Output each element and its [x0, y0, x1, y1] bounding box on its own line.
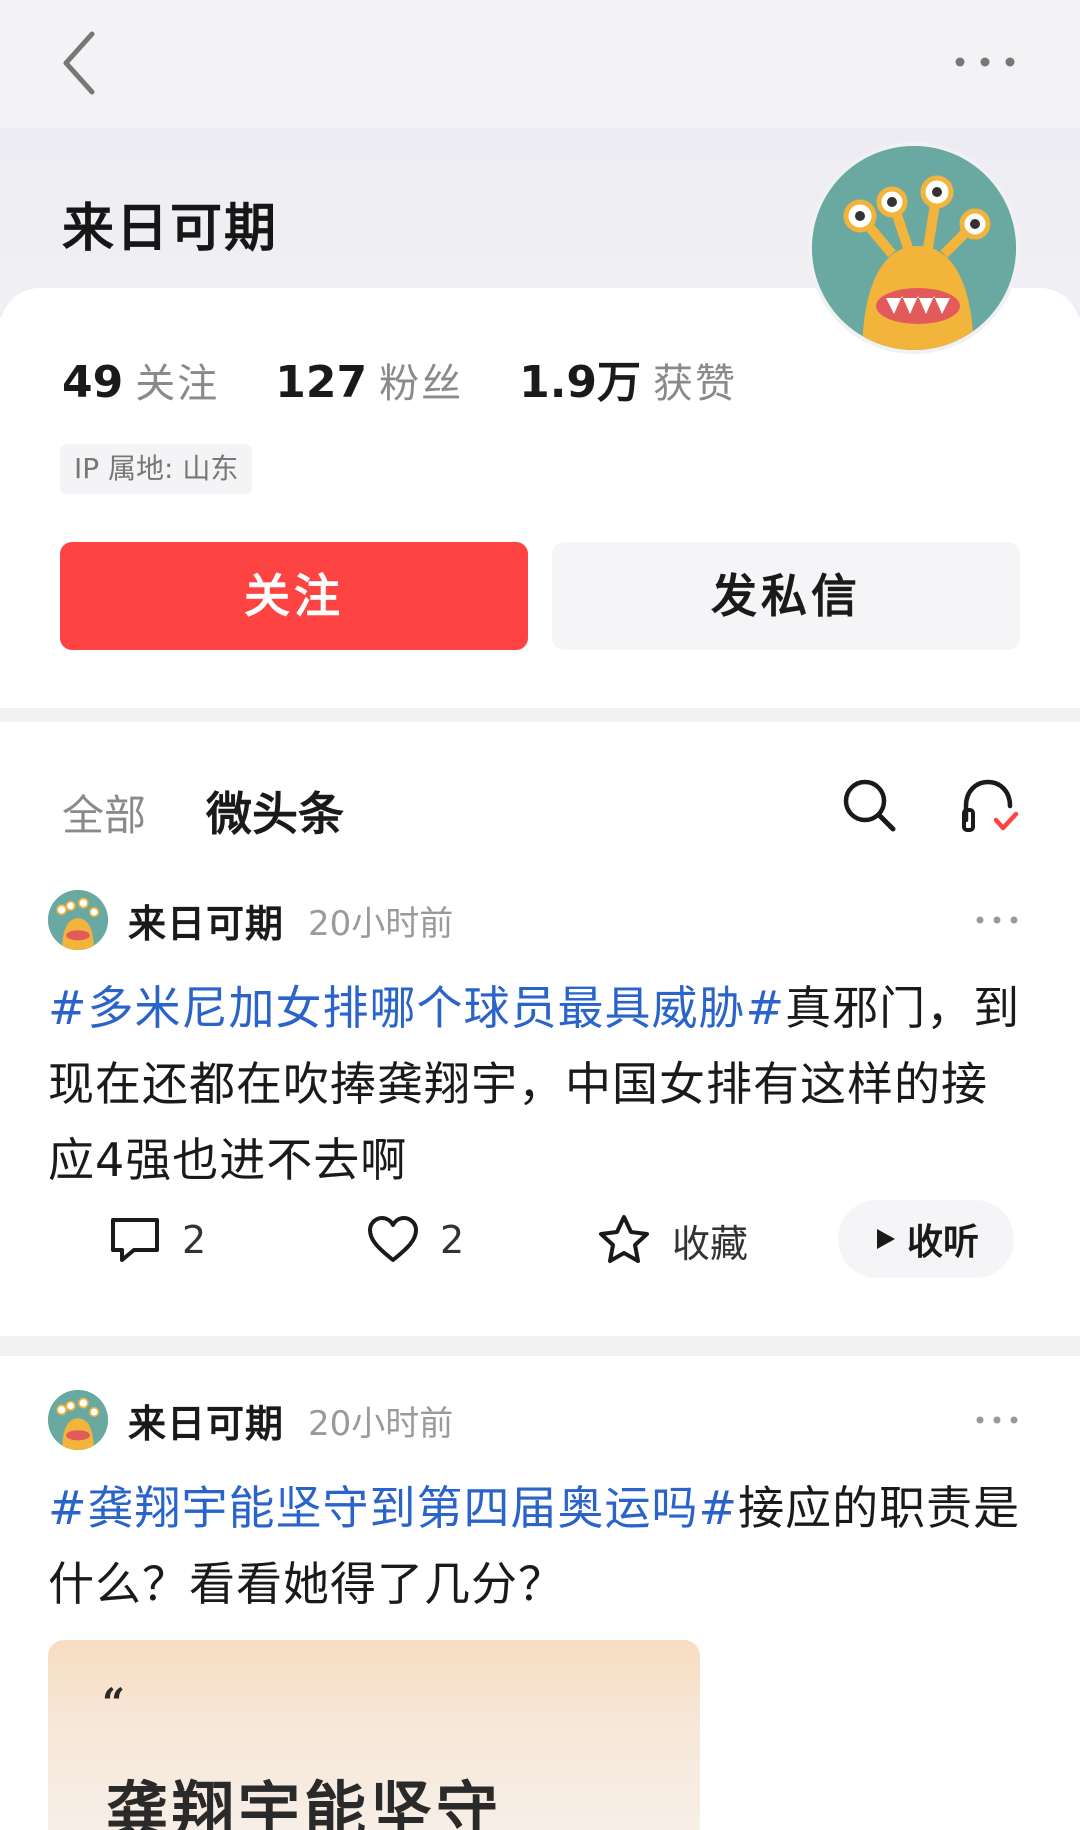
collect-button[interactable]: 收藏 — [596, 1210, 748, 1270]
listen-button[interactable]: 收听 — [838, 1200, 1014, 1278]
ip-location-tag: IP 属地: 山东 — [60, 444, 253, 494]
monster-avatar-icon — [812, 146, 1016, 350]
stat-label: 获赞 — [653, 361, 738, 407]
collect-label: 收藏 — [672, 1221, 749, 1266]
heart-icon — [368, 1216, 418, 1262]
stat-value: 127 — [275, 357, 368, 408]
post-author[interactable]: 来日可期 — [128, 893, 284, 948]
post-header: 来日可期 20小时前 — [48, 1390, 453, 1450]
more-icon — [976, 916, 1018, 924]
post-header: 来日可期 20小时前 — [48, 890, 453, 950]
stat-following[interactable]: 49 关注 — [62, 351, 219, 409]
stat-value: 1.9万 — [519, 357, 642, 408]
back-button[interactable] — [58, 28, 108, 98]
top-bar — [0, 0, 1080, 128]
like-count: 2 — [440, 1218, 465, 1262]
post-text: #多米尼加女排哪个球员最具威胁#真邪门，到现在还都在吹捧龚翔宇，中国女排有这样的… — [48, 970, 1033, 1198]
listen-label: 收听 — [906, 1222, 979, 1263]
play-icon — [876, 1229, 895, 1249]
post-hashtag[interactable]: #多米尼加女排哪个球员最具威胁# — [48, 981, 785, 1035]
post-hashtag[interactable]: #龚翔宇能坚守到第四届奥运吗# — [48, 1481, 738, 1535]
section-divider — [0, 708, 1080, 722]
author-avatar[interactable] — [48, 1390, 108, 1450]
profile-stats: 49 关注 127 粉丝 1.9万 获赞 — [62, 346, 793, 410]
tab-all[interactable]: 全部 — [62, 782, 146, 843]
post-time: 20小时前 — [308, 903, 454, 944]
search-icon — [843, 779, 896, 832]
post-card[interactable]: 来日可期 20小时前 #多米尼加女排哪个球员最具威胁#真邪门，到现在还都在吹捧龚… — [0, 890, 1080, 1310]
comment-count: 2 — [182, 1218, 207, 1262]
tab-micro-headlines[interactable]: 微头条 — [206, 778, 344, 844]
star-icon — [599, 1215, 649, 1263]
image-title: 龚翔宇能坚守 — [106, 1774, 503, 1830]
headphones-check-icon — [962, 779, 1019, 832]
post-separator — [0, 1336, 1080, 1356]
profile-avatar[interactable] — [808, 142, 1020, 354]
monster-avatar-icon — [48, 1390, 108, 1450]
stat-value: 49 — [62, 357, 124, 408]
content-tabs: 全部 微头条 — [62, 778, 404, 844]
more-options-button[interactable] — [950, 40, 1020, 80]
post-actions: 2 2 收藏 收听 — [0, 1200, 1080, 1280]
send-message-button[interactable]: 发私信 — [552, 542, 1020, 650]
follow-button[interactable]: 关注 — [60, 542, 528, 650]
profile-name: 来日可期 — [62, 199, 279, 259]
stat-label: 关注 — [135, 361, 220, 407]
post-text: #龚翔宇能坚守到第四届奥运吗#接应的职责是什么？看看她得了几分？ — [48, 1470, 1033, 1622]
stat-followers[interactable]: 127 粉丝 — [275, 351, 463, 409]
post-more-button[interactable] — [972, 1402, 1022, 1438]
like-button[interactable]: 2 — [366, 1210, 464, 1270]
monster-avatar-icon — [48, 890, 108, 950]
post-author[interactable]: 来日可期 — [128, 1393, 284, 1448]
comment-button[interactable]: 2 — [108, 1210, 206, 1270]
stat-likes[interactable]: 1.9万 获赞 — [519, 346, 737, 410]
image-quote-mark: “ — [102, 1680, 126, 1727]
post-time: 20小时前 — [308, 1403, 454, 1444]
comment-icon — [111, 1218, 159, 1262]
listen-mode-button[interactable] — [958, 776, 1020, 836]
post-image[interactable]: “ 龚翔宇能坚守 — [48, 1640, 700, 1830]
back-icon — [63, 31, 95, 95]
post-more-button[interactable] — [972, 902, 1022, 938]
author-avatar[interactable] — [48, 890, 108, 950]
search-button[interactable] — [840, 776, 898, 834]
more-icon — [976, 1416, 1018, 1424]
stat-label: 粉丝 — [379, 361, 464, 407]
more-icon — [955, 57, 1015, 67]
